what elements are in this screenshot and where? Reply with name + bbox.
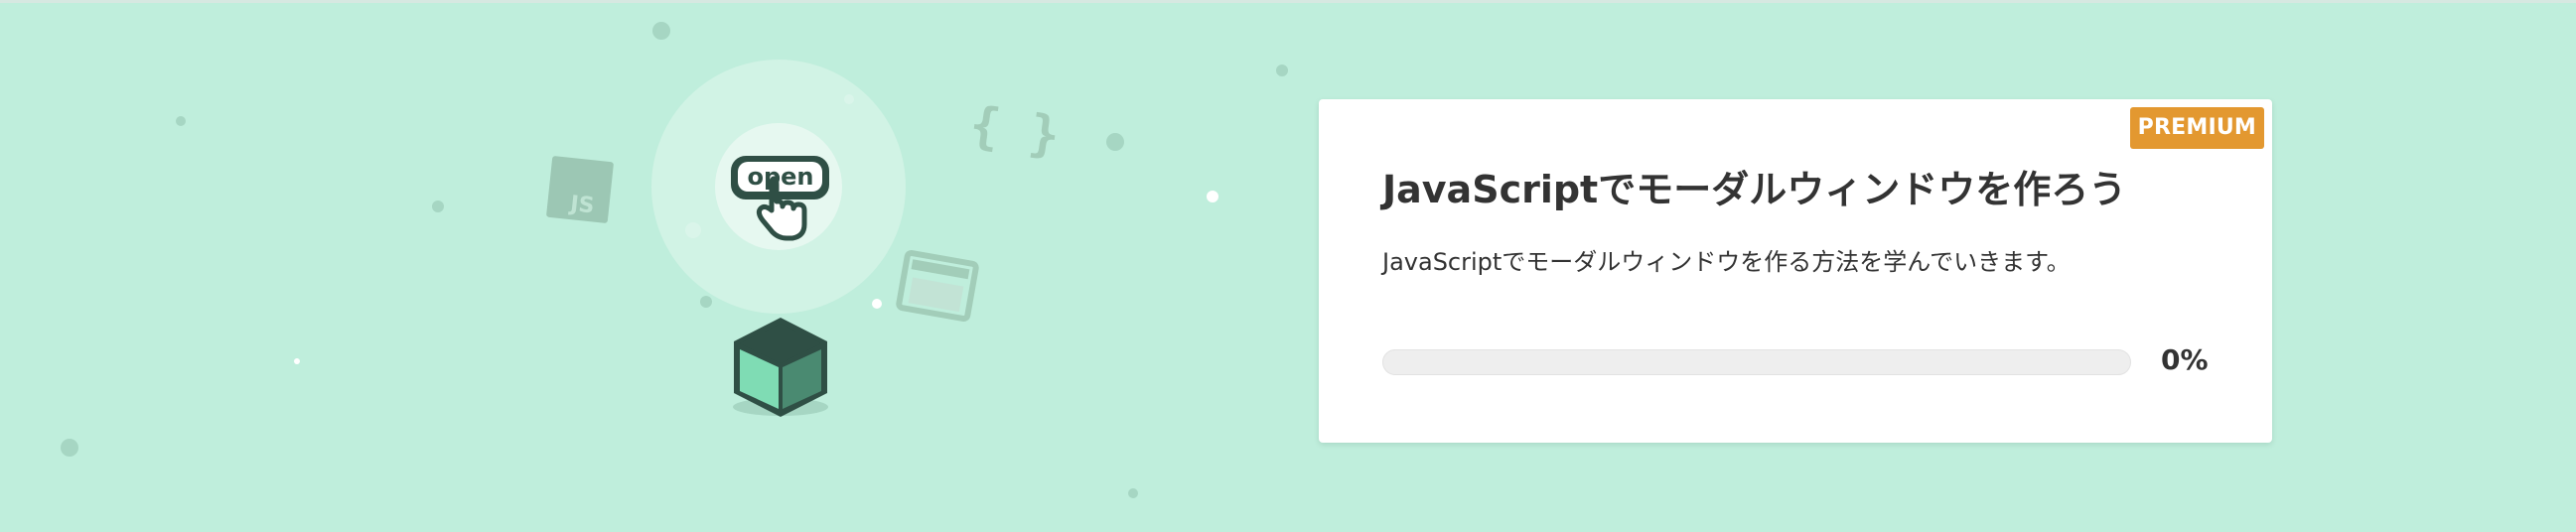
premium-badge: PREMIUM <box>2129 107 2264 149</box>
decorative-dots <box>61 22 1288 498</box>
open-button-icon: open <box>731 156 829 200</box>
illustration-svg: JS { } open <box>61 22 1288 498</box>
progress-bar <box>1382 349 2131 375</box>
js-file-icon: JS <box>546 156 614 223</box>
course-card[interactable]: PREMIUM JavaScriptでモーダルウィンドウを作ろう JavaScr… <box>1319 99 2272 443</box>
course-hero: JS { } open PREMIUM JavaScriptでモーダルウィンドウ… <box>0 0 2576 532</box>
open-button-text: open <box>747 163 813 191</box>
course-title[interactable]: JavaScriptでモーダルウィンドウを作ろう <box>1382 159 2126 213</box>
progress-percent: 0% <box>2161 343 2209 376</box>
cube-icon <box>733 318 828 417</box>
window-icon <box>896 249 979 323</box>
course-illustration: JS { } open <box>0 0 1291 532</box>
js-tile-label: JS <box>567 192 596 219</box>
curly-braces-icon: { } <box>966 95 1064 165</box>
course-description: JavaScriptでモーダルウィンドウを作る方法を学んでいきます。 <box>1382 248 2071 276</box>
